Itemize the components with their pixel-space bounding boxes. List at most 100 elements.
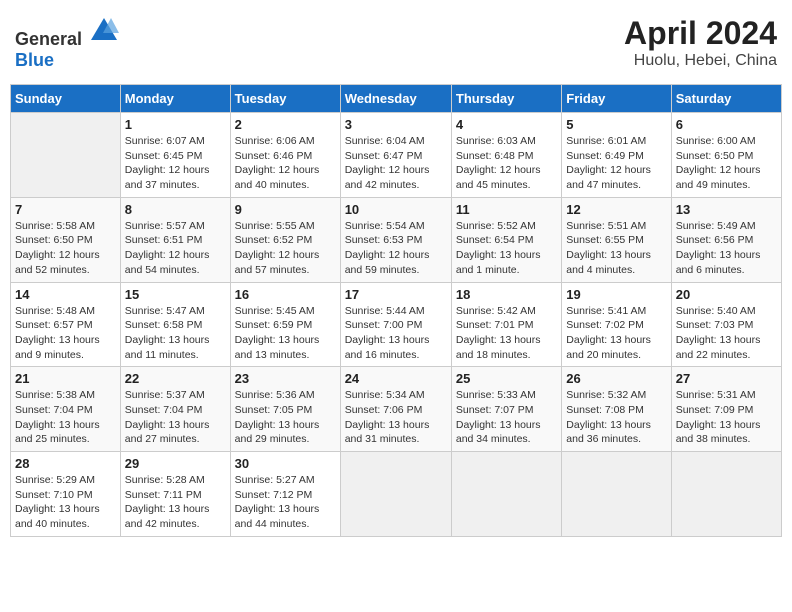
calendar-table: SundayMondayTuesdayWednesdayThursdayFrid… — [10, 84, 782, 537]
calendar-cell: 4Sunrise: 6:03 AM Sunset: 6:48 PM Daylig… — [451, 113, 561, 198]
day-number: 7 — [15, 202, 116, 217]
calendar-cell: 28Sunrise: 5:29 AM Sunset: 7:10 PM Dayli… — [11, 452, 121, 537]
day-number: 17 — [345, 287, 447, 302]
day-info: Sunrise: 5:36 AM Sunset: 7:05 PM Dayligh… — [235, 388, 336, 447]
day-info: Sunrise: 5:38 AM Sunset: 7:04 PM Dayligh… — [15, 388, 116, 447]
day-info: Sunrise: 5:47 AM Sunset: 6:58 PM Dayligh… — [125, 304, 226, 363]
day-info: Sunrise: 5:27 AM Sunset: 7:12 PM Dayligh… — [235, 473, 336, 532]
calendar-cell: 5 Sunrise: 6:01 AM Sunset: 6:49 PM Daylig… — [562, 113, 671, 198]
day-number: 5 — [566, 117, 666, 132]
month-title: April 2024 — [624, 15, 777, 52]
day-number: 18 — [456, 287, 557, 302]
calendar-cell: 29 Sunrise: 5:28 AM Sunset: 7:11 PM Dayli… — [120, 452, 230, 537]
calendar-cell: 24Sunrise: 5:34 AM Sunset: 7:06 PM Dayli… — [340, 367, 451, 452]
day-info: Sunrise: 5:54 AM Sunset: 6:53 PM Dayligh… — [345, 219, 447, 278]
day-info: Sunrise: 5:40 AM Sunset: 7:03 PM Dayligh… — [676, 304, 777, 363]
day-info: Sunrise: 6:01 AM Sunset: 6:49 PM Dayligh… — [566, 134, 666, 193]
calendar-cell: 7 Sunrise: 5:58 AM Sunset: 6:50 PM Daylig… — [11, 197, 121, 282]
day-info: Sunrise: 5:42 AM Sunset: 7:01 PM Dayligh… — [456, 304, 557, 363]
calendar-cell — [562, 452, 671, 537]
day-of-week-tuesday: Tuesday — [230, 85, 340, 113]
day-number: 12 — [566, 202, 666, 217]
header-row: SundayMondayTuesdayWednesdayThursdayFrid… — [11, 85, 782, 113]
day-info: Sunrise: 5:49 AM Sunset: 6:56 PM Dayligh… — [676, 219, 777, 278]
page-header: General Blue April 2024 Huolu, Hebei, Ch… — [10, 10, 782, 76]
day-info: Sunrise: 5:55 AM Sunset: 6:52 PM Dayligh… — [235, 219, 336, 278]
calendar-cell: 1Sunrise: 6:07 AM Sunset: 6:45 PM Daylig… — [120, 113, 230, 198]
calendar-cell: 8 Sunrise: 5:57 AM Sunset: 6:51 PM Daylig… — [120, 197, 230, 282]
day-number: 29 — [125, 456, 226, 471]
day-info: Sunrise: 5:45 AM Sunset: 6:59 PM Dayligh… — [235, 304, 336, 363]
logo-text: General Blue — [15, 15, 119, 71]
day-of-week-thursday: Thursday — [451, 85, 561, 113]
day-number: 11 — [456, 202, 557, 217]
calendar-week-3: 14Sunrise: 5:48 AM Sunset: 6:57 PM Dayli… — [11, 282, 782, 367]
calendar-cell: 15Sunrise: 5:47 AM Sunset: 6:58 PM Dayli… — [120, 282, 230, 367]
day-info: Sunrise: 5:28 AM Sunset: 7:11 PM Dayligh… — [125, 473, 226, 532]
day-info: Sunrise: 6:03 AM Sunset: 6:48 PM Dayligh… — [456, 134, 557, 193]
day-info: Sunrise: 5:41 AM Sunset: 7:02 PM Dayligh… — [566, 304, 666, 363]
calendar-cell: 13 Sunrise: 5:49 AM Sunset: 6:56 PM Dayli… — [671, 197, 781, 282]
day-of-week-wednesday: Wednesday — [340, 85, 451, 113]
calendar-week-1: 1Sunrise: 6:07 AM Sunset: 6:45 PM Daylig… — [11, 113, 782, 198]
day-number: 20 — [676, 287, 777, 302]
calendar-cell: 18 Sunrise: 5:42 AM Sunset: 7:01 PM Dayli… — [451, 282, 561, 367]
day-number: 26 — [566, 371, 666, 386]
day-number: 9 — [235, 202, 336, 217]
day-info: Sunrise: 5:31 AM Sunset: 7:09 PM Dayligh… — [676, 388, 777, 447]
calendar-cell: 3 Sunrise: 6:04 AM Sunset: 6:47 PM Daylig… — [340, 113, 451, 198]
day-of-week-friday: Friday — [562, 85, 671, 113]
calendar-cell: 12 Sunrise: 5:51 AM Sunset: 6:55 PM Dayli… — [562, 197, 671, 282]
calendar-cell: 21 Sunrise: 5:38 AM Sunset: 7:04 PM Dayli… — [11, 367, 121, 452]
day-info: Sunrise: 5:57 AM Sunset: 6:51 PM Dayligh… — [125, 219, 226, 278]
location: Huolu, Hebei, China — [624, 52, 777, 70]
title-block: April 2024 Huolu, Hebei, China — [624, 15, 777, 70]
day-number: 24 — [345, 371, 447, 386]
day-number: 8 — [125, 202, 226, 217]
calendar-cell: 30 Sunrise: 5:27 AM Sunset: 7:12 PM Dayli… — [230, 452, 340, 537]
day-info: Sunrise: 5:51 AM Sunset: 6:55 PM Dayligh… — [566, 219, 666, 278]
calendar-cell: 23Sunrise: 5:36 AM Sunset: 7:05 PM Dayli… — [230, 367, 340, 452]
calendar-cell: 11 Sunrise: 5:52 AM Sunset: 6:54 PM Dayli… — [451, 197, 561, 282]
calendar-cell — [671, 452, 781, 537]
day-info: Sunrise: 5:52 AM Sunset: 6:54 PM Dayligh… — [456, 219, 557, 278]
day-number: 22 — [125, 371, 226, 386]
calendar-cell: 25Sunrise: 5:33 AM Sunset: 7:07 PM Dayli… — [451, 367, 561, 452]
day-info: Sunrise: 5:33 AM Sunset: 7:07 PM Dayligh… — [456, 388, 557, 447]
day-of-week-sunday: Sunday — [11, 85, 121, 113]
calendar-cell: 27 Sunrise: 5:31 AM Sunset: 7:09 PM Dayli… — [671, 367, 781, 452]
logo-blue: Blue — [15, 50, 54, 70]
logo-general: General — [15, 29, 82, 49]
day-number: 28 — [15, 456, 116, 471]
calendar-cell — [340, 452, 451, 537]
day-info: Sunrise: 6:07 AM Sunset: 6:45 PM Dayligh… — [125, 134, 226, 193]
day-number: 27 — [676, 371, 777, 386]
calendar-cell: 9 Sunrise: 5:55 AM Sunset: 6:52 PM Daylig… — [230, 197, 340, 282]
logo-icon — [89, 15, 119, 45]
calendar-cell: 17 Sunrise: 5:44 AM Sunset: 7:00 PM Dayli… — [340, 282, 451, 367]
day-number: 21 — [15, 371, 116, 386]
calendar-cell: 26 Sunrise: 5:32 AM Sunset: 7:08 PM Dayli… — [562, 367, 671, 452]
day-info: Sunrise: 6:06 AM Sunset: 6:46 PM Dayligh… — [235, 134, 336, 193]
day-info: Sunrise: 5:32 AM Sunset: 7:08 PM Dayligh… — [566, 388, 666, 447]
calendar-cell: 6Sunrise: 6:00 AM Sunset: 6:50 PM Daylig… — [671, 113, 781, 198]
calendar-cell: 14Sunrise: 5:48 AM Sunset: 6:57 PM Dayli… — [11, 282, 121, 367]
day-info: Sunrise: 5:58 AM Sunset: 6:50 PM Dayligh… — [15, 219, 116, 278]
day-number: 3 — [345, 117, 447, 132]
day-info: Sunrise: 6:04 AM Sunset: 6:47 PM Dayligh… — [345, 134, 447, 193]
day-number: 13 — [676, 202, 777, 217]
day-number: 14 — [15, 287, 116, 302]
day-info: Sunrise: 5:44 AM Sunset: 7:00 PM Dayligh… — [345, 304, 447, 363]
calendar-cell — [451, 452, 561, 537]
day-number: 6 — [676, 117, 777, 132]
day-of-week-monday: Monday — [120, 85, 230, 113]
calendar-week-2: 7 Sunrise: 5:58 AM Sunset: 6:50 PM Daylig… — [11, 197, 782, 282]
calendar-cell — [11, 113, 121, 198]
day-number: 2 — [235, 117, 336, 132]
calendar-week-5: 28Sunrise: 5:29 AM Sunset: 7:10 PM Dayli… — [11, 452, 782, 537]
day-number: 30 — [235, 456, 336, 471]
calendar-cell: 2 Sunrise: 6:06 AM Sunset: 6:46 PM Daylig… — [230, 113, 340, 198]
day-number: 16 — [235, 287, 336, 302]
day-of-week-saturday: Saturday — [671, 85, 781, 113]
logo: General Blue — [15, 15, 119, 71]
